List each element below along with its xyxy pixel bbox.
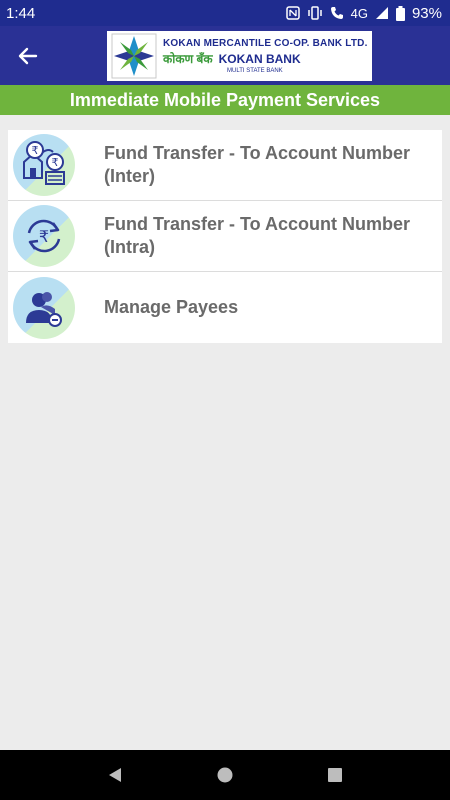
menu-item-title: Manage Payees <box>104 297 239 317</box>
menu-item-title: Fund Transfer - To Account Number <box>104 143 411 163</box>
menu-item-intra-transfer[interactable]: ₹ Fund Transfer - To Account Number (Int… <box>8 201 442 272</box>
call-icon <box>330 7 343 19</box>
triangle-back-icon <box>109 768 121 782</box>
square-recents-icon <box>328 768 342 782</box>
menu-item-manage-payees[interactable]: Manage Payees <box>8 272 442 343</box>
svg-text:₹: ₹ <box>39 227 49 246</box>
logo-hindi-name: कोकण बँक <box>163 51 213 66</box>
logo-text: KOKAN MERCANTILE CO-OP. BANK LTD. कोकण ब… <box>163 37 368 74</box>
logo-subtitle: MULTI STATE BANK <box>227 67 283 74</box>
intra-transfer-icon: ₹ <box>13 205 75 267</box>
battery-icon <box>395 5 405 21</box>
nfc-icon <box>285 6 300 20</box>
menu-item-label: Manage Payees <box>104 296 238 319</box>
services-list: ₹ ₹ Fund Transfer - To Account Number (I… <box>8 130 442 343</box>
logo-tagline: कोकण बँक KOKAN BANK <box>163 53 368 65</box>
menu-item-label: Fund Transfer - To Account Number (Intra… <box>104 213 410 259</box>
bank-emblem-icon <box>111 33 157 79</box>
network-label: 4G <box>350 5 368 21</box>
manage-payees-icon <box>13 276 75 339</box>
menu-item-label: Fund Transfer - To Account Number (Inter… <box>104 142 410 188</box>
nav-recents-button[interactable] <box>320 760 350 790</box>
app-bar: KOKAN MERCANTILE CO-OP. BANK LTD. कोकण ब… <box>0 26 450 85</box>
back-button[interactable] <box>0 26 56 85</box>
svg-text:₹: ₹ <box>32 144 39 157</box>
menu-item-inter-transfer[interactable]: ₹ ₹ Fund Transfer - To Account Number (I… <box>8 130 442 201</box>
battery-percent: 93% <box>411 4 442 22</box>
status-time: 1:44 <box>6 4 36 22</box>
page-title: Immediate Mobile Payment Services <box>0 85 450 115</box>
menu-item-subtitle: (Inter) <box>104 166 155 186</box>
nav-back-button[interactable] <box>100 760 130 790</box>
status-icons: 4G 93% <box>285 4 442 22</box>
inter-transfer-icon: ₹ ₹ <box>13 134 75 196</box>
logo-brand-name: KOKAN BANK <box>218 51 301 66</box>
logo-bank-name: KOKAN MERCANTILE CO-OP. BANK LTD. <box>163 37 368 49</box>
circle-home-icon <box>217 767 233 783</box>
status-bar: 1:44 4G 93% <box>0 0 450 26</box>
signal-icon <box>375 7 388 19</box>
bank-logo: KOKAN MERCANTILE CO-OP. BANK LTD. कोकण ब… <box>107 31 372 81</box>
back-arrow-icon <box>18 47 38 64</box>
svg-text:₹: ₹ <box>52 156 59 169</box>
vibrate-icon <box>307 6 322 20</box>
menu-item-subtitle: (Intra) <box>104 237 155 257</box>
menu-item-title: Fund Transfer - To Account Number <box>104 214 411 234</box>
system-nav-bar <box>0 750 450 800</box>
nav-home-button[interactable] <box>210 760 240 790</box>
